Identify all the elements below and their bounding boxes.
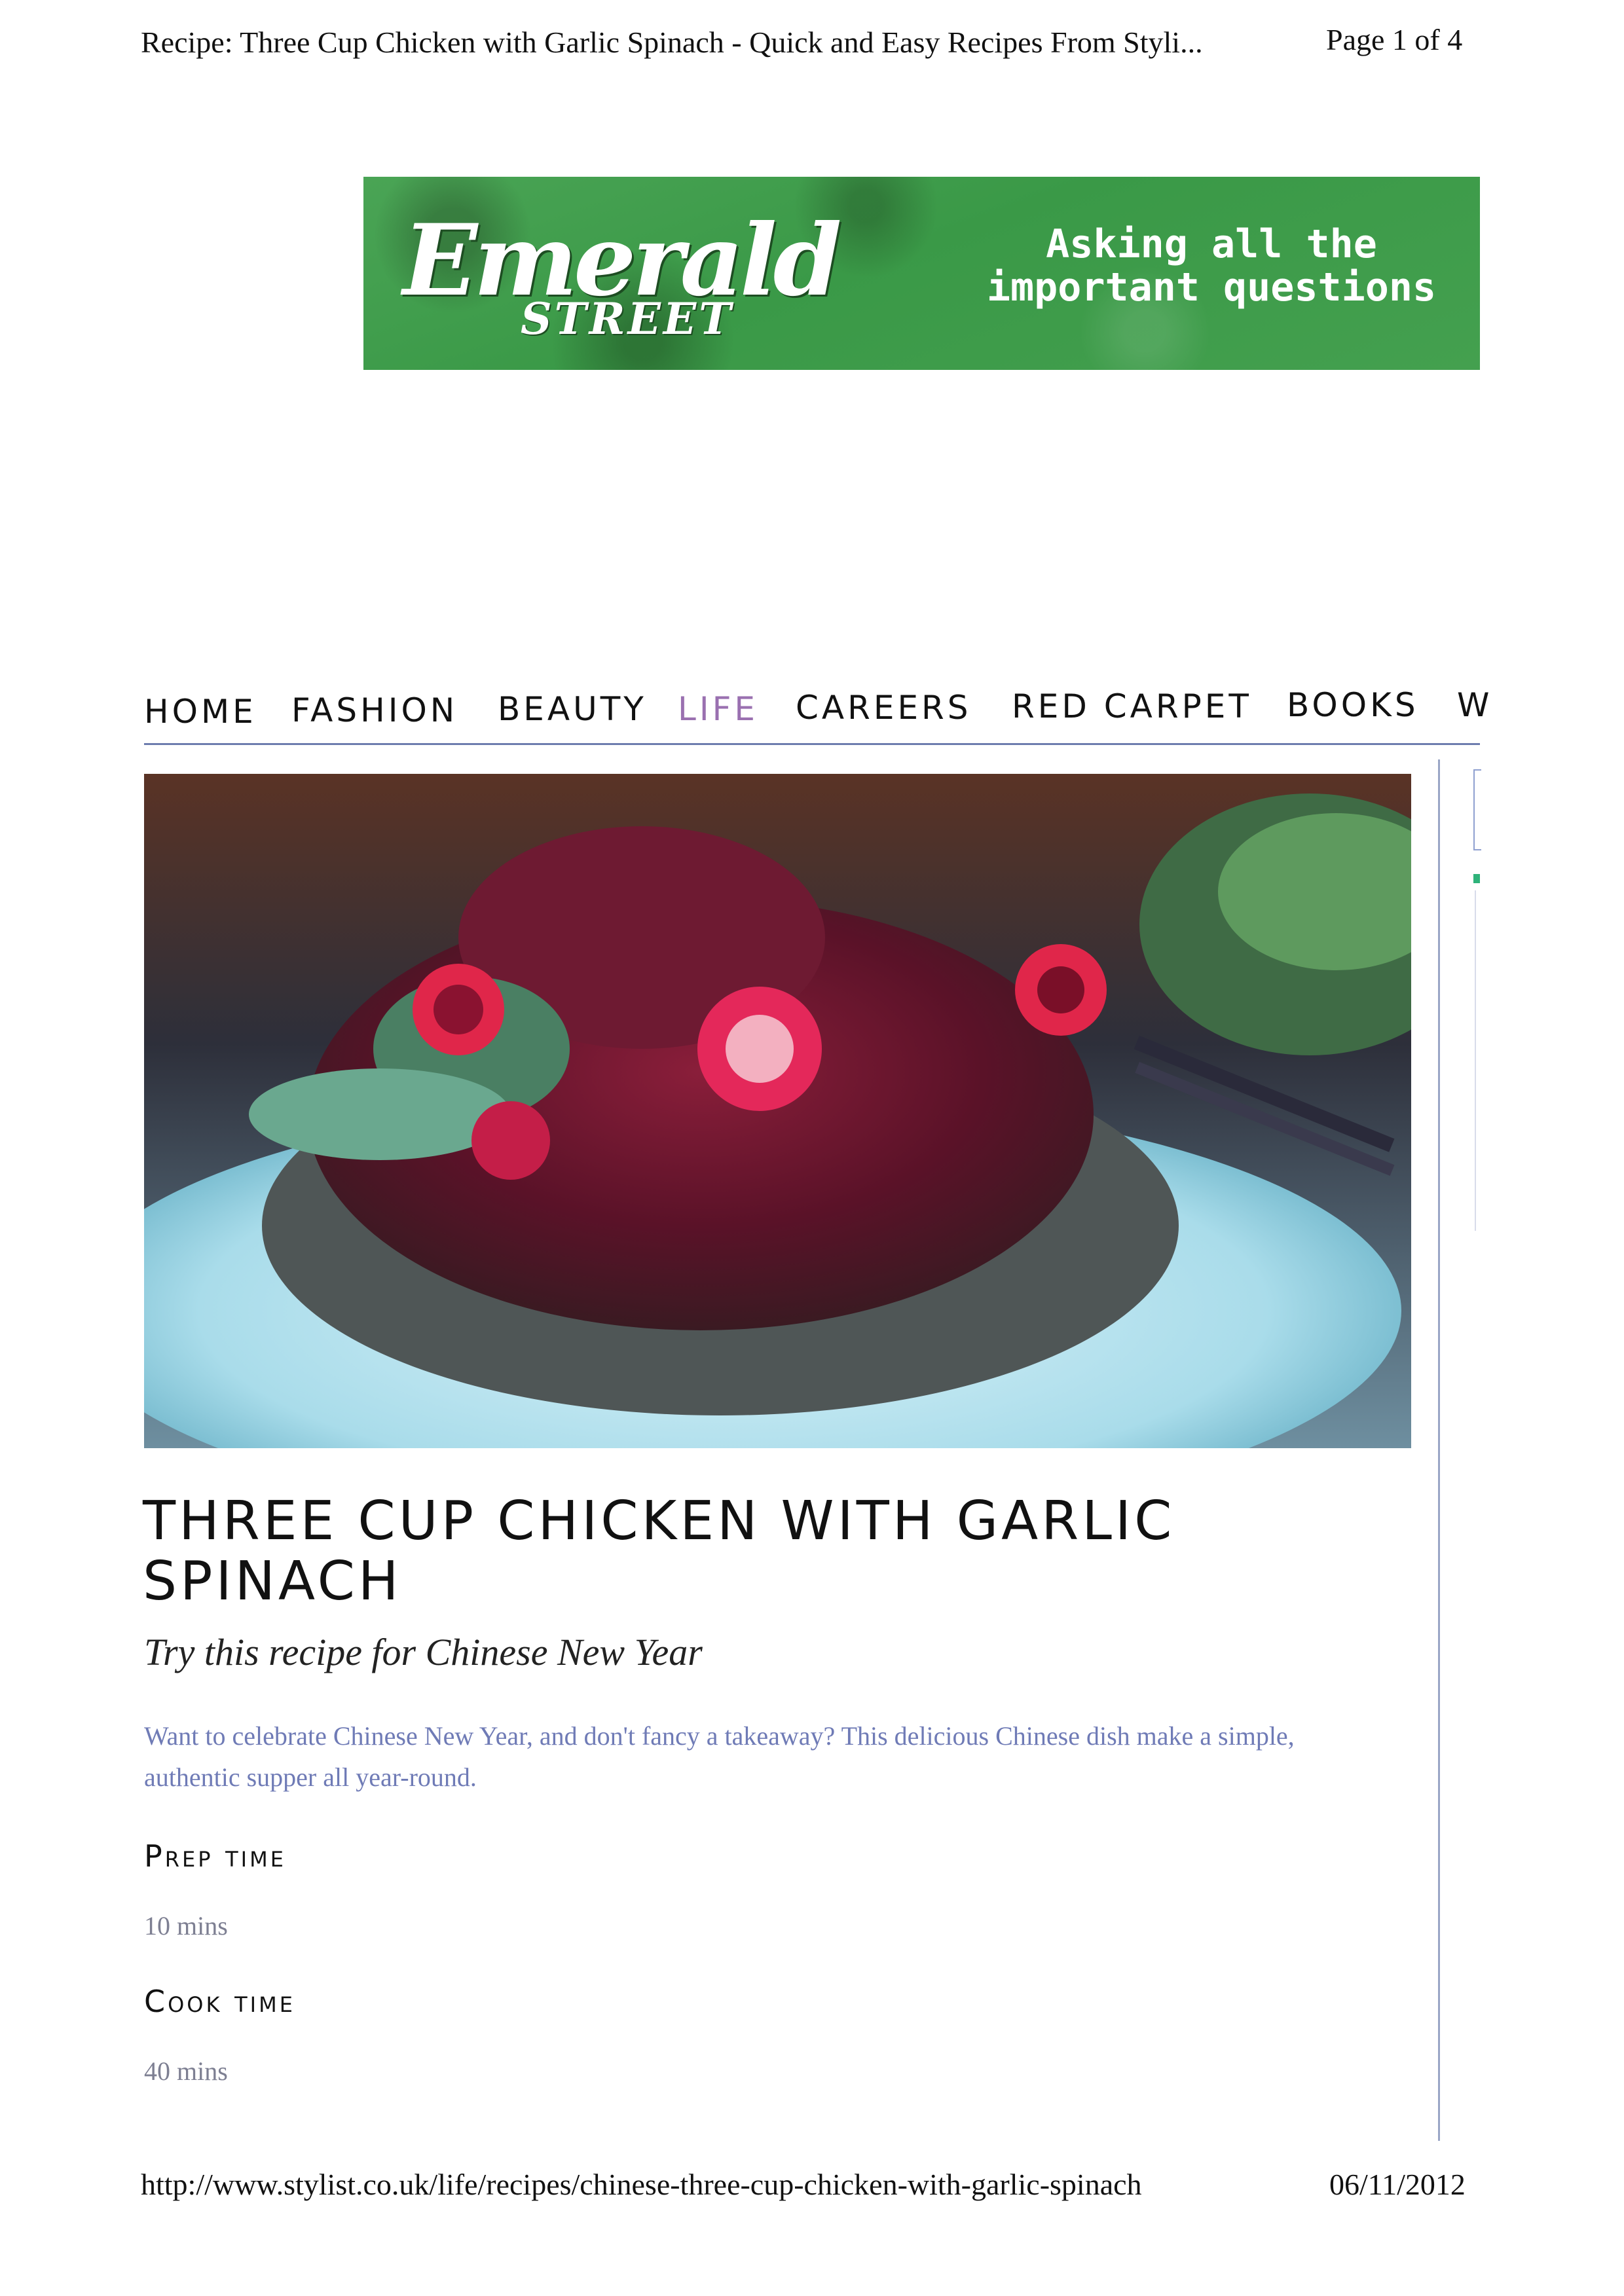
print-header-title: Recipe: Three Cup Chicken with Garlic Sp…	[141, 26, 1203, 59]
banner-tagline-line2: important questions	[986, 264, 1437, 310]
recipe-subtitle: Try this recipe for Chinese New Year	[144, 1631, 703, 1673]
sidebar-accent-marker	[1473, 874, 1480, 883]
chicken-dish-illustration	[144, 774, 1411, 1448]
main-nav: HOME FASHION BEAUTY LIFE CAREERS RED CAR…	[144, 686, 1489, 738]
banner-tagline: Asking all the important questions	[953, 223, 1470, 309]
nav-item-fashion[interactable]: FASHION	[291, 691, 458, 729]
sidebar-divider	[1438, 759, 1440, 2141]
recipe-title: THREE CUP CHICKEN WITH GARLIC SPINACH	[143, 1490, 1175, 1613]
recipe-intro: Want to celebrate Chinese New Year, and …	[144, 1721, 1295, 1792]
nav-item-beauty[interactable]: BEAUTY	[498, 690, 647, 728]
emerald-street-banner[interactable]: Emerald STREET Asking all the important …	[363, 177, 1480, 370]
nav-divider	[144, 743, 1480, 745]
nav-item-life[interactable]: LIFE	[678, 690, 758, 728]
banner-tagline-line1: Asking all the	[1046, 221, 1377, 267]
sidebar-box-edge	[1473, 769, 1481, 850]
nav-item-careers[interactable]: CAREERS	[796, 689, 972, 727]
cook-time-value: 40 mins	[144, 2056, 228, 2086]
nav-item-home[interactable]: HOME	[144, 693, 257, 731]
nav-item-red-carpet[interactable]: RED CARPET	[1012, 687, 1252, 725]
print-footer-url: http://www.stylist.co.uk/life/recipes/ch…	[141, 2168, 1142, 2201]
print-page-number: Page 1 of 4	[1326, 23, 1463, 56]
nav-item-more[interactable]: W	[1457, 686, 1492, 724]
print-footer-date: 06/11/2012	[1329, 2168, 1466, 2201]
prep-time-label: Prep time	[144, 1838, 286, 1874]
prep-time-value: 10 mins	[144, 1911, 228, 1941]
cook-time-label: Cook time	[144, 1984, 295, 2019]
recipe-hero-image	[144, 774, 1411, 1448]
nav-item-books[interactable]: BOOKS	[1287, 686, 1419, 724]
sidebar-faint-line	[1475, 890, 1476, 1231]
banner-logo-street: STREET	[521, 293, 734, 344]
